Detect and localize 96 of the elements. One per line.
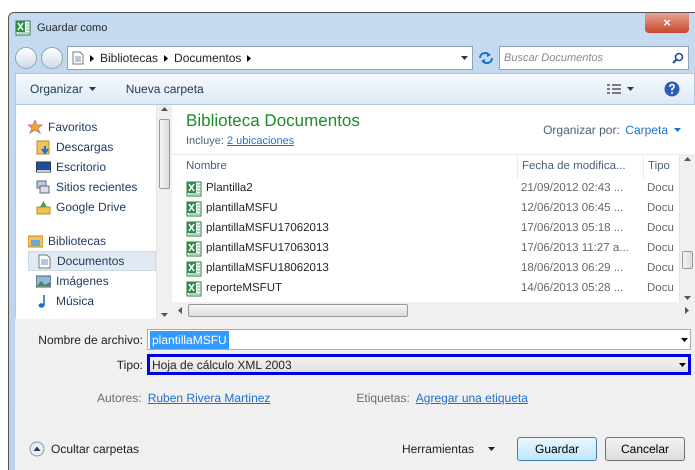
document-icon: [72, 51, 84, 65]
scroll-down-icon: [684, 296, 691, 300]
sidebar-item[interactable]: Google Drive: [28, 197, 156, 217]
file-name[interactable]: plantillaMSFU: [172, 199, 517, 219]
toolbar-button[interactable]: Nueva carpeta: [126, 80, 204, 98]
tags-link[interactable]: Agregar una etiqueta: [416, 389, 528, 407]
type-cell-text: Docu: [646, 281, 675, 296]
sidebar-item[interactable]: Sitios recientes: [28, 177, 156, 197]
type-cell-text: Docu: [646, 181, 675, 196]
arrow-icon: [90, 54, 94, 62]
spreadsheet-icon: [15, 20, 31, 36]
date-cell-text: 17/06/2013 11:27 a...: [520, 241, 630, 256]
folder-icon: [36, 140, 51, 154]
sidebar-group[interactable]: Favoritos: [28, 117, 156, 137]
tools-button[interactable]: Herramientas: [402, 440, 495, 458]
caret-icon: [488, 447, 495, 451]
caret-icon: [679, 362, 686, 366]
scroll-right-icon: [685, 307, 689, 314]
breadcrumb-item[interactable]: Bibliotecas: [100, 49, 158, 67]
windows-icon: [36, 180, 51, 194]
sidebar-item[interactable]: Descargas: [28, 137, 156, 157]
search-icon: [672, 52, 684, 64]
spreadsheet-icon: [186, 241, 202, 257]
spreadsheet-icon: [186, 261, 202, 277]
spreadsheet-icon: [186, 281, 202, 297]
file-name[interactable]: Plantilla2: [172, 179, 517, 199]
document-icon: [37, 254, 52, 268]
file-type-value: Hoja de cálculo XML 2003: [152, 356, 292, 374]
type-label: Tipo:: [116, 356, 143, 374]
monitor-icon: [36, 160, 51, 174]
caret-icon: [681, 338, 688, 342]
type-cell-text: Docu: [646, 221, 675, 236]
scroll-left-icon: [178, 307, 182, 314]
caret-icon: [88, 87, 96, 91]
date-cell-text: 18/06/2013 06:29 ...: [520, 261, 624, 276]
scroll-up-icon: [684, 157, 691, 161]
file-name[interactable]: plantillaMSFU18062013: [172, 259, 517, 279]
caret-icon: [674, 128, 681, 132]
file-name[interactable]: plantillaMSFU17062013: [172, 219, 517, 239]
search-field[interactable]: Buscar Documentos: [499, 46, 689, 70]
spreadsheet-icon: [186, 221, 202, 237]
file-name[interactable]: reporteMSFUT: [172, 279, 517, 299]
sidebar-item[interactable]: Documentos: [28, 251, 156, 271]
column-header[interactable]: Nombre: [172, 155, 517, 179]
type-cell-text: Docu: [646, 241, 675, 256]
file-name[interactable]: plantillaMSFU17063013: [172, 239, 517, 259]
scrollbar-thumb[interactable]: [682, 251, 693, 269]
authors-label: Autores:: [97, 390, 142, 407]
refresh-icon: [477, 50, 495, 66]
folder-icon: [28, 234, 43, 248]
toolbar-button[interactable]: Organizar: [30, 80, 96, 98]
view-button[interactable]: [607, 83, 634, 95]
cancel-button[interactable]: Cancelar: [605, 437, 685, 461]
folder-icon: [36, 200, 51, 214]
includes-label: Incluye:: [186, 135, 224, 147]
authors-link[interactable]: Ruben Rivera Martinez: [148, 389, 270, 407]
hide-folders-button[interactable]: Ocultar carpetas: [29, 440, 140, 458]
arrow-icon: [247, 54, 252, 62]
file-type-dropdown[interactable]: Hoja de cálculo XML 2003: [147, 354, 691, 375]
arrange-dropdown[interactable]: Carpeta: [625, 120, 681, 138]
arrange-label: Organizar por:: [543, 122, 620, 138]
date-cell-text: 12/06/2013 06:45 ...: [520, 201, 624, 216]
type-cell-text: Docu: [646, 261, 675, 276]
column-header[interactable]: Fecha de modifica...: [517, 155, 643, 179]
address-bar[interactable]: Bibliotecas Documentos: [67, 46, 473, 70]
back-button[interactable]: [15, 47, 37, 69]
date-cell-text: 14/06/2013 05:28 ...: [520, 281, 624, 296]
date-cell-text: 17/06/2013 05:18 ...: [520, 221, 624, 236]
scrollbar-thumb[interactable]: [188, 304, 408, 317]
sidebar-item[interactable]: Escritorio: [28, 157, 156, 177]
collapse-icon: [29, 441, 45, 457]
save-button[interactable]: Guardar: [517, 437, 597, 461]
spreadsheet-icon: [186, 201, 202, 217]
filename-label: Nombre de archivo:: [37, 332, 143, 348]
spreadsheet-icon: [186, 181, 202, 197]
scroll-down-icon: [161, 313, 168, 317]
list-view-icon: [607, 83, 621, 95]
sidebar-item[interactable]: Música: [28, 291, 156, 311]
window-title: Guardar como: [37, 20, 108, 36]
picture-icon: [36, 274, 51, 288]
help-icon: [664, 81, 680, 97]
scrollbar-thumb[interactable]: [159, 119, 170, 189]
breadcrumb-item[interactable]: Documentos: [174, 49, 242, 67]
sidebar-group[interactable]: Bibliotecas: [28, 231, 156, 251]
scroll-up-icon: [161, 107, 168, 111]
caret-icon: [627, 87, 634, 91]
star-icon: [28, 120, 43, 134]
tags-label: Etiquetas:: [356, 390, 410, 407]
library-title: Biblioteca Documentos: [186, 111, 360, 131]
sidebar-item[interactable]: Imágenes: [28, 271, 156, 291]
locations-link[interactable]: 2 ubicaciones: [226, 135, 294, 147]
arrow-icon: [164, 54, 168, 62]
forward-button[interactable]: [41, 47, 63, 69]
type-cell-text: Docu: [646, 201, 675, 216]
date-cell-text: 21/09/2012 02:43 ...: [520, 181, 624, 196]
caret-icon: [461, 56, 468, 60]
